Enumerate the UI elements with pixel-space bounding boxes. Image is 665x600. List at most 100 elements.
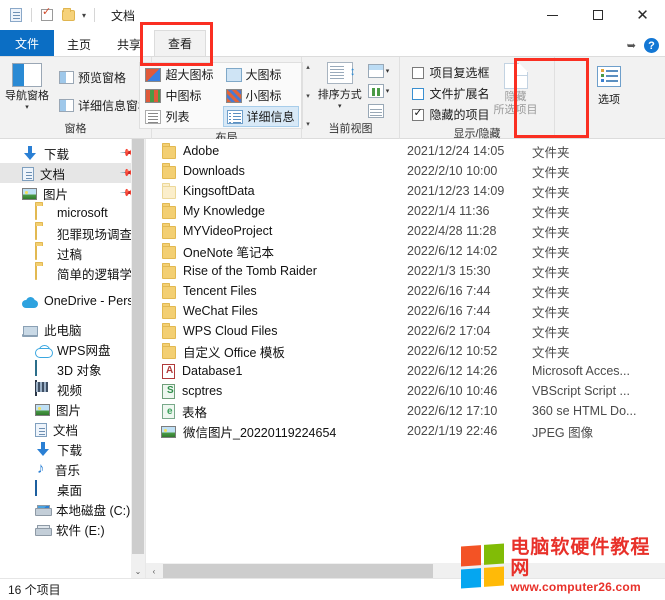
watermark-url: www.computer26.com (510, 579, 641, 594)
add-columns-chevron-down-icon[interactable]: ▾ (386, 67, 390, 75)
item-checkboxes-checkbox[interactable] (412, 66, 425, 79)
sort-by-button[interactable]: ↕ 排序方式 ▾ (312, 60, 368, 110)
layout-gallery[interactable]: 超大图标 大图标 中图标 小图标 列表 详细信息 (139, 62, 302, 129)
view-details[interactable]: 详细信息 (222, 106, 299, 127)
sidebar-item-3d-objects[interactable]: 3D 对象 (0, 359, 145, 379)
table-row[interactable]: Downloads 2022/2/10 10:00 文件夹 (146, 161, 665, 181)
sidebar-item-documents-quick[interactable]: 文档 📌 (0, 163, 145, 183)
table-row[interactable]: WeChat Files 2022/6/16 7:44 文件夹 (146, 301, 665, 321)
sidebar-item-this-pc[interactable]: 此电脑 (0, 319, 145, 339)
sidebar-item-simple-logic[interactable]: 简单的逻辑学 (0, 263, 145, 283)
item-checkboxes-option[interactable]: 项目复选框 (412, 62, 490, 83)
sidebar-item-pictures-quick[interactable]: 图片 📌 (0, 183, 145, 203)
tab-share[interactable]: 共享 (104, 32, 154, 56)
hidden-items-checkbox[interactable] (412, 106, 425, 121)
tab-view[interactable]: 查看 (154, 30, 207, 56)
sidebar-item-draft[interactable]: 过稿 (0, 243, 145, 263)
table-row[interactable]: 表格 2022/6/12 17:10 360 se HTML Do... (146, 401, 665, 421)
quick-access-document-icon[interactable] (8, 7, 24, 23)
table-row[interactable]: Rise of the Tomb Raider 2022/1/3 15:30 文… (146, 261, 665, 281)
add-columns-button[interactable]: ▾ (367, 61, 390, 80)
help-icon[interactable]: ? (644, 38, 659, 53)
options-label: 选项 (598, 94, 620, 106)
file-name-cell: scptres (160, 383, 407, 399)
quick-access-properties-icon[interactable] (39, 7, 55, 23)
view-list[interactable]: 列表 (142, 106, 216, 127)
sidebar-item-videos[interactable]: 视频 (0, 379, 145, 399)
quick-access-toolbar[interactable]: ▾ 文档 (0, 7, 135, 24)
scroll-left-icon[interactable]: ‹ (146, 567, 162, 576)
tab-home[interactable]: 主页 (54, 32, 104, 56)
table-row[interactable]: WPS Cloud Files 2022/6/2 17:04 文件夹 (146, 321, 665, 341)
quick-access-new-folder-icon[interactable] (60, 7, 76, 23)
sidebar-item-onedrive[interactable]: OneDrive - Persc (0, 291, 145, 311)
file-list-pane[interactable]: Adobe 2021/12/24 14:05 文件夹 Downloads 202… (145, 139, 665, 579)
close-button[interactable]: ✕ (620, 0, 665, 30)
size-all-columns-button[interactable]: ▾ (367, 81, 390, 100)
sidebar-item-label: 下载 (57, 443, 83, 458)
size-columns-chevron-down-icon[interactable]: ▾ (386, 87, 390, 95)
navigation-pane-scrollbar[interactable]: ⌄ (131, 139, 145, 579)
table-row[interactable]: 微信图片_20220119224654 2022/1/19 22:46 JPEG… (146, 421, 665, 441)
sidebar-item-pictures[interactable]: 图片 (0, 399, 145, 419)
table-row[interactable]: KingsoftData 2021/12/23 14:09 文件夹 (146, 181, 665, 201)
navigation-pane-button[interactable]: 导航窗格 ▾ (0, 60, 56, 111)
table-row[interactable]: 自定义 Office 模板 2022/6/12 10:52 文件夹 (146, 341, 665, 361)
fit-columns-button[interactable] (367, 101, 390, 120)
hidden-items-option[interactable]: 隐藏的项目 (412, 104, 490, 125)
tab-file[interactable]: 文件 (0, 30, 55, 56)
table-row[interactable]: My Knowledge 2022/1/4 11:36 文件夹 (146, 201, 665, 221)
folder-icon (160, 243, 176, 259)
ribbon-group-layout: 超大图标 大图标 中图标 小图标 列表 详细信息 ▴ ▾ ▾ 布局 (139, 57, 310, 144)
sidebar-item-desktop[interactable]: 桌面 (0, 479, 145, 499)
details-pane-toggle[interactable]: 详细信息窗格 (56, 94, 153, 116)
table-row[interactable]: Database1 2022/6/12 14:26 Microsoft Acce… (146, 361, 665, 381)
window-controls[interactable]: ✕ (530, 0, 665, 30)
file-name: OneNote 笔记本 (183, 245, 275, 260)
sidebar-item-label: OneDrive - Persc (44, 294, 140, 308)
view-large-icons-label: 大图标 (245, 68, 282, 82)
main-content: 下载 📌 文档 📌 图片 📌 microsoft 犯罪现场调查 过稿 简单的逻辑… (0, 139, 665, 579)
table-row[interactable]: Tencent Files 2022/6/16 7:44 文件夹 (146, 281, 665, 301)
horizontal-scroll-thumb[interactable] (163, 564, 433, 578)
tab-share-label: 共享 (117, 37, 142, 52)
ribbon-group-layout-body: 超大图标 大图标 中图标 小图标 列表 详细信息 ▴ ▾ ▾ (139, 57, 313, 129)
file-extensions-checkbox[interactable] (412, 87, 425, 100)
sidebar-item-local-disk-c[interactable]: 本地磁盘 (C:) (0, 499, 145, 519)
sort-by-chevron-down-icon[interactable]: ▾ (338, 103, 342, 110)
sidebar-item-downloads[interactable]: 下载 (0, 439, 145, 459)
table-row[interactable]: scptres 2022/6/10 10:46 VBScript Script … (146, 381, 665, 401)
sidebar-item-music[interactable]: 音乐 (0, 459, 145, 479)
navigation-pane-scroll-down-icon[interactable]: ⌄ (131, 563, 145, 579)
view-list-label: 列表 (165, 110, 190, 124)
html-file-icon (162, 404, 175, 419)
view-large-icons[interactable]: 大图标 (223, 64, 299, 85)
preview-pane-toggle[interactable]: 预览窗格 (56, 66, 153, 88)
add-columns-icon (367, 63, 384, 78)
maximize-button[interactable] (575, 0, 620, 30)
hide-selected-items-button[interactable]: 隐藏 所选项目 (490, 60, 542, 116)
file-type: 文件夹 (532, 325, 570, 340)
sidebar-item-software-e[interactable]: 软件 (E:) (0, 519, 145, 539)
sidebar-item-downloads-quick[interactable]: 下载 📌 (0, 143, 145, 163)
navigation-pane-scroll-thumb[interactable] (132, 139, 144, 554)
sidebar-item-label: microsoft (57, 206, 108, 220)
table-row[interactable]: OneNote 笔记本 2022/6/12 14:02 文件夹 (146, 241, 665, 261)
navigation-pane[interactable]: 下载 📌 文档 📌 图片 📌 microsoft 犯罪现场调查 过稿 简单的逻辑… (0, 139, 145, 579)
view-small-icons[interactable]: 小图标 (223, 85, 299, 106)
quick-access-chevron-down-icon[interactable]: ▾ (81, 11, 87, 20)
sidebar-item-microsoft[interactable]: microsoft (0, 203, 145, 223)
file-extensions-option[interactable]: 文件扩展名 (412, 83, 490, 104)
minimize-button[interactable] (530, 0, 575, 30)
navigation-pane-chevron-down-icon[interactable]: ▾ (25, 104, 29, 111)
options-button[interactable]: 选项 (578, 60, 640, 107)
sidebar-item-documents[interactable]: 文档 (0, 419, 145, 439)
pin-ribbon-icon[interactable]: ➥ (627, 39, 636, 52)
item-checkboxes-label: 项目复选框 (429, 66, 490, 80)
table-row[interactable]: Adobe 2021/12/24 14:05 文件夹 (146, 141, 665, 161)
sidebar-item-crime-scene[interactable]: 犯罪现场调查 (0, 223, 145, 243)
view-medium-icons[interactable]: 中图标 (142, 85, 216, 106)
sidebar-item-wps-cloud[interactable]: WPS网盘 (0, 339, 145, 359)
view-extra-large-icons[interactable]: 超大图标 (142, 64, 216, 85)
table-row[interactable]: MYVideoProject 2022/4/28 11:28 文件夹 (146, 221, 665, 241)
